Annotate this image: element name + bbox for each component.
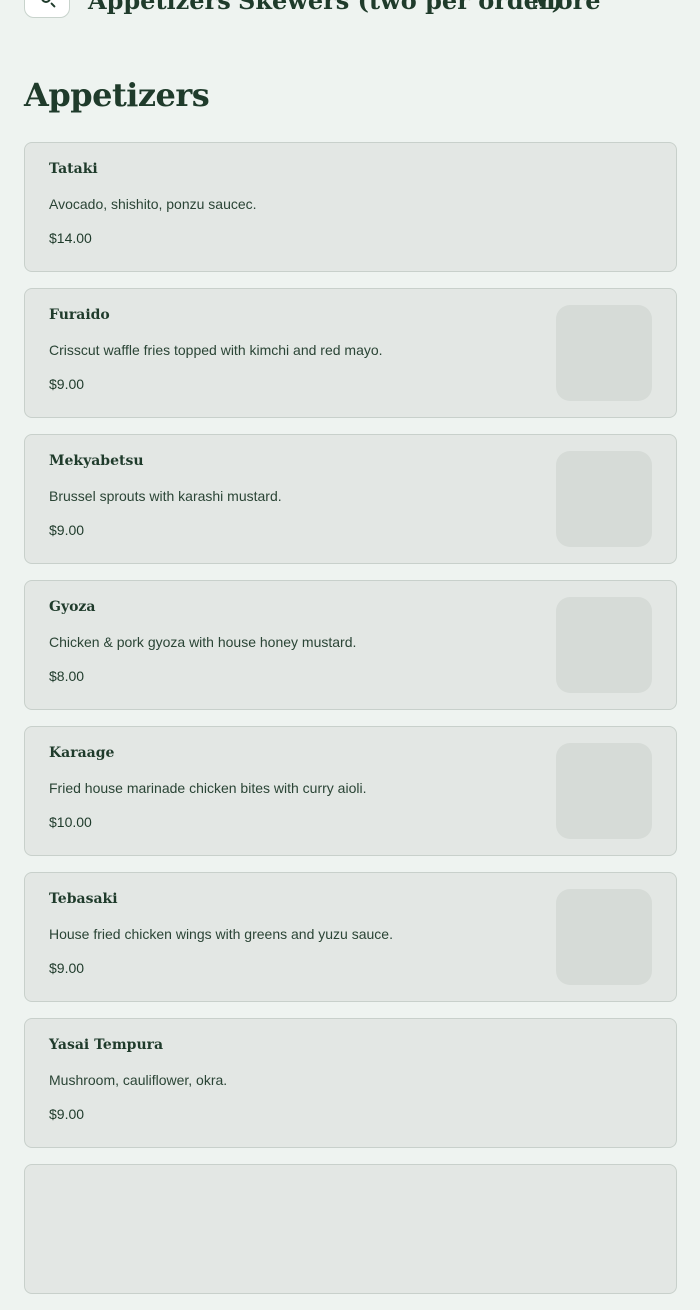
item-price: $14.00 [49,230,92,246]
item-price: $8.00 [49,668,85,684]
item-price: $10.00 [49,814,92,830]
item-description: Avocado, shishito, ponzu saucec. [49,196,257,212]
menu-item-card[interactable]: Yasai Tempura Mushroom, cauliflower, okr… [24,1018,677,1148]
menu-item-card[interactable]: Mekyabetsu Brussel sprouts with karashi … [24,434,677,564]
item-price: $9.00 [49,960,85,976]
tab-appetizers[interactable]: Appetizers [88,0,231,16]
item-name: Tebasaki [49,891,118,907]
search-icon [41,0,51,3]
section-title: Appetizers [24,76,210,114]
item-name: Yasai Tempura [49,1037,164,1053]
item-image-placeholder [556,305,652,401]
menu-item-card-partial[interactable] [24,1164,677,1294]
tab-more[interactable]: More [530,0,601,16]
item-name: Karaage [49,745,115,761]
item-image-placeholder [556,597,652,693]
menu-item-card[interactable]: Karaage Fried house marinade chicken bit… [24,726,677,856]
item-name: Mekyabetsu [49,453,144,469]
item-description: Brussel sprouts with karashi mustard. [49,488,282,504]
item-description: Mushroom, cauliflower, okra. [49,1072,228,1088]
menu-item-card[interactable]: Furaido Crisscut waffle fries topped wit… [24,288,677,418]
item-price: $9.00 [49,376,85,392]
item-description: Chicken & pork gyoza with house honey mu… [49,634,357,650]
item-description: House fried chicken wings with greens an… [49,926,393,942]
item-description: Fried house marinade chicken bites with … [49,780,367,796]
item-image-placeholder [556,451,652,547]
item-price: $9.00 [49,1106,85,1122]
menu-item-card[interactable]: Gyoza Chicken & pork gyoza with house ho… [24,580,677,710]
item-description: Crisscut waffle fries topped with kimchi… [49,342,383,358]
item-image-placeholder [556,889,652,985]
item-name: Gyoza [49,599,96,615]
item-name: Furaido [49,307,110,323]
item-image-placeholder [556,743,652,839]
item-name: Tataki [49,161,98,177]
item-price: $9.00 [49,522,85,538]
menu-item-list: Tataki Avocado, shishito, ponzu saucec. … [24,142,677,1310]
tab-skewers[interactable]: Skewers (two per order) [238,0,563,16]
menu-item-card[interactable]: Tataki Avocado, shishito, ponzu saucec. … [24,142,677,272]
menu-item-card[interactable]: Tebasaki House fried chicken wings with … [24,872,677,1002]
search-button[interactable] [24,0,70,18]
